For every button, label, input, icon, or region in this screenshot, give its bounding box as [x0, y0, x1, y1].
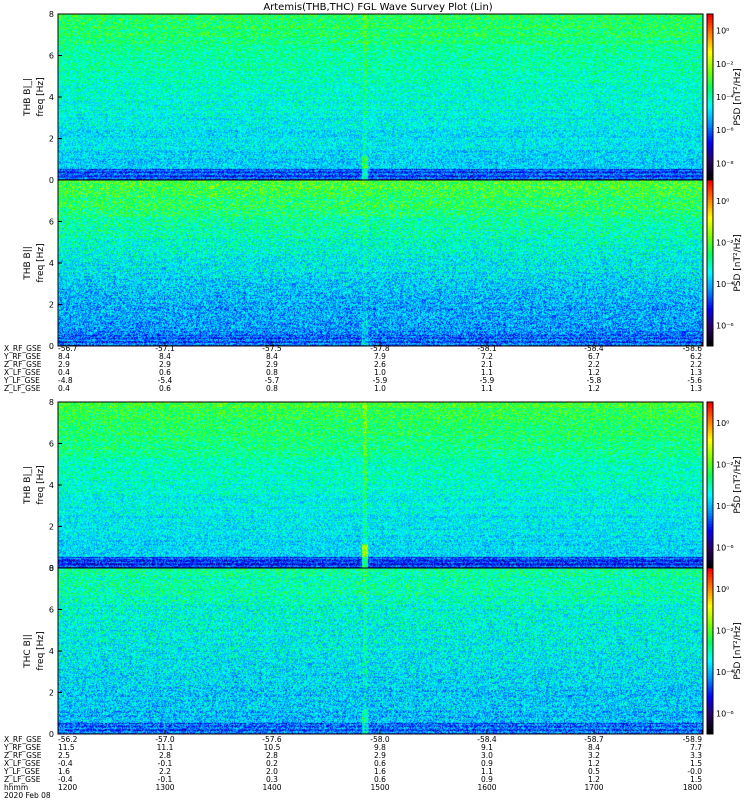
orbit-value: 1500: [370, 783, 389, 792]
y-tick-label: 4: [49, 93, 54, 102]
spectrogram-image-1: [58, 14, 703, 180]
date-label: 2020 Feb 08: [4, 791, 51, 800]
y-tick-label: 4: [49, 647, 54, 656]
y-tick-label: 2: [49, 301, 54, 310]
y-tick-label: 8: [49, 10, 54, 19]
orbit-value: 0.6: [159, 384, 171, 393]
spectrogram-panel-2: THB B|| freq [Hz] 0 2 4 6 10⁻⁶ 10⁻⁴ 10⁻² 10⁰ P…: [23, 179, 743, 351]
colorbar-tick-label: 10⁰: [716, 27, 729, 36]
colorbar-tick-label: 10⁻²: [716, 626, 734, 635]
figure-title: Artemis(THB,THC) FGL Wave Survey Plot (L…: [263, 2, 492, 13]
y-tick-label: 6: [49, 440, 54, 449]
wave-survey-figure: Artemis(THB,THC) FGL Wave Survey Plot (L…: [3, 2, 743, 800]
y-tick-label: 6: [49, 52, 54, 61]
colorbar-tick-label: 10⁻²: [716, 460, 734, 469]
orbit-value: 1200: [58, 783, 77, 792]
panel-4-ylabel-units: freq [Hz]: [36, 631, 46, 670]
panel-1-colorbar-label: PSD [nT²/Hz]: [733, 68, 743, 125]
y-tick-label: 4: [49, 259, 54, 268]
y-tick-label: 2: [49, 135, 54, 144]
spectrogram-panel-3: THB B|_| freq [Hz] 02468 10⁻⁶10⁻⁴10⁻²10⁰…: [23, 398, 743, 573]
panel-2-colorbar-label: PSD [nT²/Hz]: [733, 234, 743, 291]
y-tick-label: 8: [49, 564, 54, 573]
y-tick-label: 4: [49, 481, 54, 490]
colorbar-tick-label: 10⁻²: [716, 60, 734, 69]
colorbar-tick-label: 10⁻⁸: [716, 159, 734, 168]
panel-2-ylabel: THB B||: [23, 246, 33, 281]
panel-1-ylabel: THB B|_|: [23, 78, 33, 117]
orbit-table-2: X_RF_GSE -56.2 -57.0 -57.6 -58.0 -58.4 -58.7 -5…: [3, 730, 703, 800]
y-tick-label: 8: [49, 398, 54, 407]
orbit-value: 0.4: [58, 384, 70, 393]
spectrogram-panel-4: THC B|| freq [Hz] 02468 10⁻⁶10⁻⁴10⁻²10⁰ …: [23, 564, 743, 739]
orbit-value: 1400: [262, 783, 281, 792]
orbit-value: 1800: [683, 783, 702, 792]
spectrogram-image-4: [58, 568, 703, 734]
orbit-value: 1600: [477, 783, 496, 792]
colorbar-tick-label: 10⁻⁶: [716, 321, 734, 330]
orbit-value: 0.8: [266, 384, 278, 393]
y-tick-label: 6: [49, 218, 54, 227]
y-tick-label: 0: [49, 730, 54, 739]
panel-4-colorbar-label: PSD [nT²/Hz]: [733, 622, 743, 679]
spectrogram-image-2: [58, 180, 703, 346]
colorbar-tick-label: 10⁻⁴: [716, 280, 734, 289]
y-tick-label: 2: [49, 689, 54, 698]
colorbar-tick-label: 10⁻⁶: [716, 709, 734, 718]
orbit-value: 1.0: [374, 384, 386, 393]
colorbar-tick-label: 10⁻⁴: [716, 93, 734, 102]
panel-3-colorbar-label: PSD [nT²/Hz]: [733, 456, 743, 513]
y-tick-label: 0: [49, 176, 54, 185]
y-tick-label: 0: [49, 342, 54, 351]
orbit-value: 1.1: [481, 384, 493, 393]
panel-2-colorbar: 10⁻⁶ 10⁻⁴ 10⁻² 10⁰: [706, 179, 734, 347]
colorbar-tick-label: 10⁰: [716, 197, 729, 206]
spectrogram-image-3: [58, 402, 703, 568]
colorbar-tick-label: 10⁰: [716, 419, 729, 428]
y-tick-label: 6: [49, 606, 54, 615]
panel-3-ylabel: THB B|_|: [23, 466, 33, 505]
panel-4-colorbar: 10⁻⁶ 10⁻⁴ 10⁻² 10⁰: [706, 567, 734, 735]
panel-2-ylabel-units: freq [Hz]: [36, 243, 46, 282]
orbit-value: 1.3: [690, 384, 702, 393]
panel-4-ylabel: THC B||: [23, 634, 33, 669]
panel-1-ylabel-units: freq [Hz]: [36, 77, 46, 116]
spectrogram-panel-1: THB B|_| freq [Hz] 02468 10⁻⁸10⁻⁶10⁻⁴10⁻…: [23, 10, 743, 185]
colorbar-tick-label: 10⁻⁴: [716, 502, 734, 511]
panel-1-colorbar: 10⁻⁸ 10⁻⁶ 10⁻⁴ 10⁻² 10⁰: [706, 13, 734, 181]
colorbar-tick-label: 10⁰: [716, 585, 729, 594]
orbit-table-1: X_RF_GSE -56.7 -57.1 -57.5 -57.8 -58.1 -58.4 -5…: [3, 342, 703, 393]
y-tick-label: 2: [49, 523, 54, 532]
panel-3-ylabel-units: freq [Hz]: [36, 465, 46, 504]
colorbar-tick-label: 10⁻⁶: [716, 543, 734, 552]
orbit-row-label: Z_LF_GSE: [4, 384, 41, 393]
panel-3-colorbar: 10⁻⁶ 10⁻⁴ 10⁻² 10⁰: [706, 401, 734, 569]
colorbar-tick-label: 10⁻²: [716, 238, 734, 247]
colorbar-tick-label: 10⁻⁶: [716, 126, 734, 135]
orbit-value: 1700: [584, 783, 603, 792]
orbit-value: 1300: [155, 783, 174, 792]
colorbar-tick-label: 10⁻⁴: [716, 668, 734, 677]
orbit-value: 1.2: [588, 384, 600, 393]
